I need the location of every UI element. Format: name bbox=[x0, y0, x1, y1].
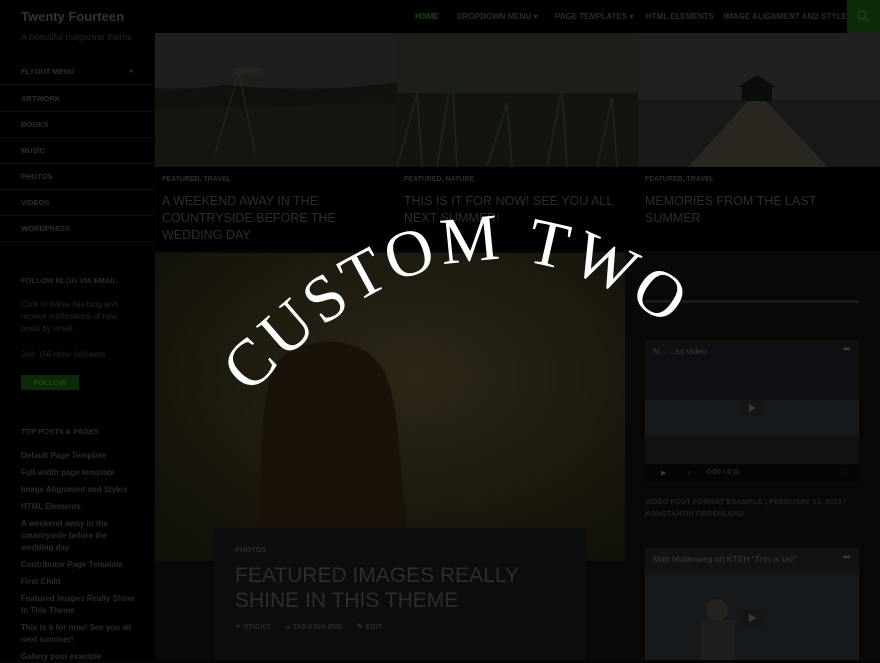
widget-divider bbox=[645, 300, 859, 303]
meta-label: TAKASHI IRIE bbox=[292, 622, 343, 631]
top-post-link[interactable]: Default Page Template bbox=[21, 450, 136, 462]
top-post-link[interactable]: Featured Images Really Shine In This The… bbox=[21, 593, 136, 617]
video-caption[interactable]: VIDEO POST FORMAT EXAMPLE | FEBRUARY 13,… bbox=[645, 496, 859, 520]
site-tagline: A beautiful magazine theme bbox=[21, 32, 133, 42]
nav-label: PAGE TEMPLATES bbox=[555, 12, 628, 21]
follow-widget-title: FOLLOW BLOG VIA EMAIL bbox=[21, 276, 117, 285]
play-button[interactable] bbox=[740, 610, 764, 626]
video-title: N... ...ss video bbox=[653, 346, 707, 356]
follow-widget-text: Click to follow this blog and receive no… bbox=[21, 300, 118, 333]
nav-label: DROPDOWN MENU bbox=[457, 12, 532, 21]
featured-thumbnail[interactable] bbox=[638, 33, 880, 167]
featured-categories[interactable]: FEATURED, NATURE bbox=[404, 176, 474, 183]
search-button[interactable] bbox=[847, 0, 880, 33]
post-category[interactable]: PHOTOS bbox=[235, 545, 267, 554]
pencil-icon: ✎ bbox=[357, 622, 364, 631]
top-post-link[interactable]: Gallery post example bbox=[21, 651, 136, 663]
sidebar-item-books[interactable]: BOOKS bbox=[0, 111, 154, 138]
video-thumbnail bbox=[645, 548, 859, 660]
user-icon: ● bbox=[286, 622, 291, 631]
sidebar-item-photos[interactable]: PHOTOS bbox=[0, 163, 154, 190]
top-post-link[interactable]: HTML Elements bbox=[21, 501, 136, 513]
meta-sticky[interactable]: ✦ STICKY bbox=[235, 622, 271, 631]
top-post-link[interactable]: First Child bbox=[21, 576, 136, 588]
chevron-right-icon: ▸ bbox=[130, 66, 135, 75]
top-post-link[interactable]: Contributor Page Template bbox=[21, 559, 136, 571]
featured-categories[interactable]: FEATURED, TRAVEL bbox=[645, 176, 714, 183]
sidebar-item-label: WORDPRESS bbox=[21, 224, 71, 233]
featured-title[interactable]: MEMORIES FROM THE LAST SUMMER bbox=[645, 193, 875, 227]
post-title[interactable]: FEATURED IMAGES REALLY SHINE IN THIS THE… bbox=[235, 563, 565, 613]
sidebar-item-artwork[interactable]: ARTWORK bbox=[0, 85, 154, 112]
sidebar-item-label: PHOTOS bbox=[21, 172, 53, 181]
featured-title[interactable]: A WEEKEND AWAY IN THE COUNTRYSIDE BEFORE… bbox=[162, 193, 392, 244]
play-icon[interactable]: ▶ bbox=[661, 469, 666, 477]
video-title: Matt Mullenweg on KTEH "This is Us!" bbox=[653, 554, 798, 564]
top-posts-title: TOP POSTS & PAGES bbox=[21, 427, 99, 436]
meta-label: STICKY bbox=[243, 622, 271, 631]
nav-home[interactable]: HOME bbox=[415, 12, 439, 21]
volume-icon[interactable]: ♪ bbox=[687, 469, 691, 476]
nav-html-elements[interactable]: HTML ELEMENTS bbox=[646, 12, 714, 21]
search-icon bbox=[857, 10, 870, 23]
meta-edit[interactable]: ✎ EDIT bbox=[357, 622, 382, 631]
countryside-image bbox=[155, 33, 397, 167]
sidebar-item-videos[interactable]: VIDEOS bbox=[0, 189, 154, 216]
nav-page-templates[interactable]: PAGE TEMPLATES ▾ bbox=[555, 12, 633, 21]
sidebar-item-label: MUSIC bbox=[21, 146, 46, 155]
play-button[interactable] bbox=[740, 400, 764, 416]
hero-image bbox=[155, 253, 625, 561]
sidebar: Twenty Fourteen A beautiful magazine the… bbox=[0, 0, 154, 663]
sidebar-item-label: FLYOUT MENU bbox=[21, 67, 75, 76]
share-icon[interactable]: ➦ bbox=[843, 552, 851, 563]
sidebar-item-music[interactable]: MUSIC bbox=[0, 137, 154, 164]
video-embed[interactable]: Matt Mullenweg on KTEH "This is Us!" ➦ bbox=[645, 548, 859, 660]
featured-title[interactable]: THIS IS IT FOR NOW! SEE YOU ALL NEXT SUM… bbox=[404, 193, 634, 227]
meta-author[interactable]: ● TAKASHI IRIE bbox=[286, 622, 342, 631]
sidebar-item-label: ARTWORK bbox=[21, 94, 61, 103]
pier-image bbox=[638, 33, 880, 167]
sidebar-item-label: BOOKS bbox=[21, 120, 49, 129]
nav-dropdown-menu[interactable]: DROPDOWN MENU ▾ bbox=[457, 12, 537, 21]
chevron-down-icon: ▾ bbox=[533, 12, 538, 21]
top-post-link[interactable]: A weekend away in the countryside before… bbox=[21, 518, 136, 554]
top-post-link[interactable]: This is it for now! See you all next sum… bbox=[21, 622, 136, 646]
featured-thumbnail[interactable] bbox=[397, 33, 638, 167]
featured-thumbnail[interactable] bbox=[155, 33, 397, 167]
meta-label: EDIT bbox=[365, 622, 383, 631]
share-icon[interactable]: ➦ bbox=[843, 344, 851, 355]
sidebar-item-flyout[interactable]: FLYOUT MENU ▸ bbox=[0, 58, 154, 85]
nature-image bbox=[397, 33, 638, 167]
post-featured-image[interactable] bbox=[155, 253, 625, 561]
sidebar-item-wordpress[interactable]: WORDPRESS bbox=[0, 215, 154, 242]
video-embed[interactable]: N... ...ss video ➦ ▶ ♪ 0:00 / 4:11 ⛶ bbox=[645, 340, 859, 482]
followers-count: Join 156 other followers bbox=[21, 350, 106, 359]
video-time: 0:00 / 4:11 bbox=[707, 469, 740, 476]
top-post-link[interactable]: Full-width page template bbox=[21, 467, 136, 479]
pin-icon: ✦ bbox=[235, 622, 242, 631]
follow-button[interactable]: FOLLOW bbox=[21, 375, 79, 390]
sidebar-item-label: VIDEOS bbox=[21, 198, 50, 207]
fullscreen-icon[interactable]: ⛶ bbox=[841, 469, 846, 477]
chevron-down-icon: ▾ bbox=[629, 12, 634, 21]
site-title[interactable]: Twenty Fourteen bbox=[21, 9, 124, 24]
nav-image-alignment[interactable]: IMAGE ALIGNMENT AND STYLES bbox=[724, 12, 852, 21]
featured-categories[interactable]: FEATURED, TRAVEL bbox=[162, 176, 231, 183]
top-post-link[interactable]: Image Alignment and Styles bbox=[21, 484, 136, 496]
video-controls[interactable]: ▶ ♪ 0:00 / 4:11 ⛶ bbox=[645, 464, 859, 482]
